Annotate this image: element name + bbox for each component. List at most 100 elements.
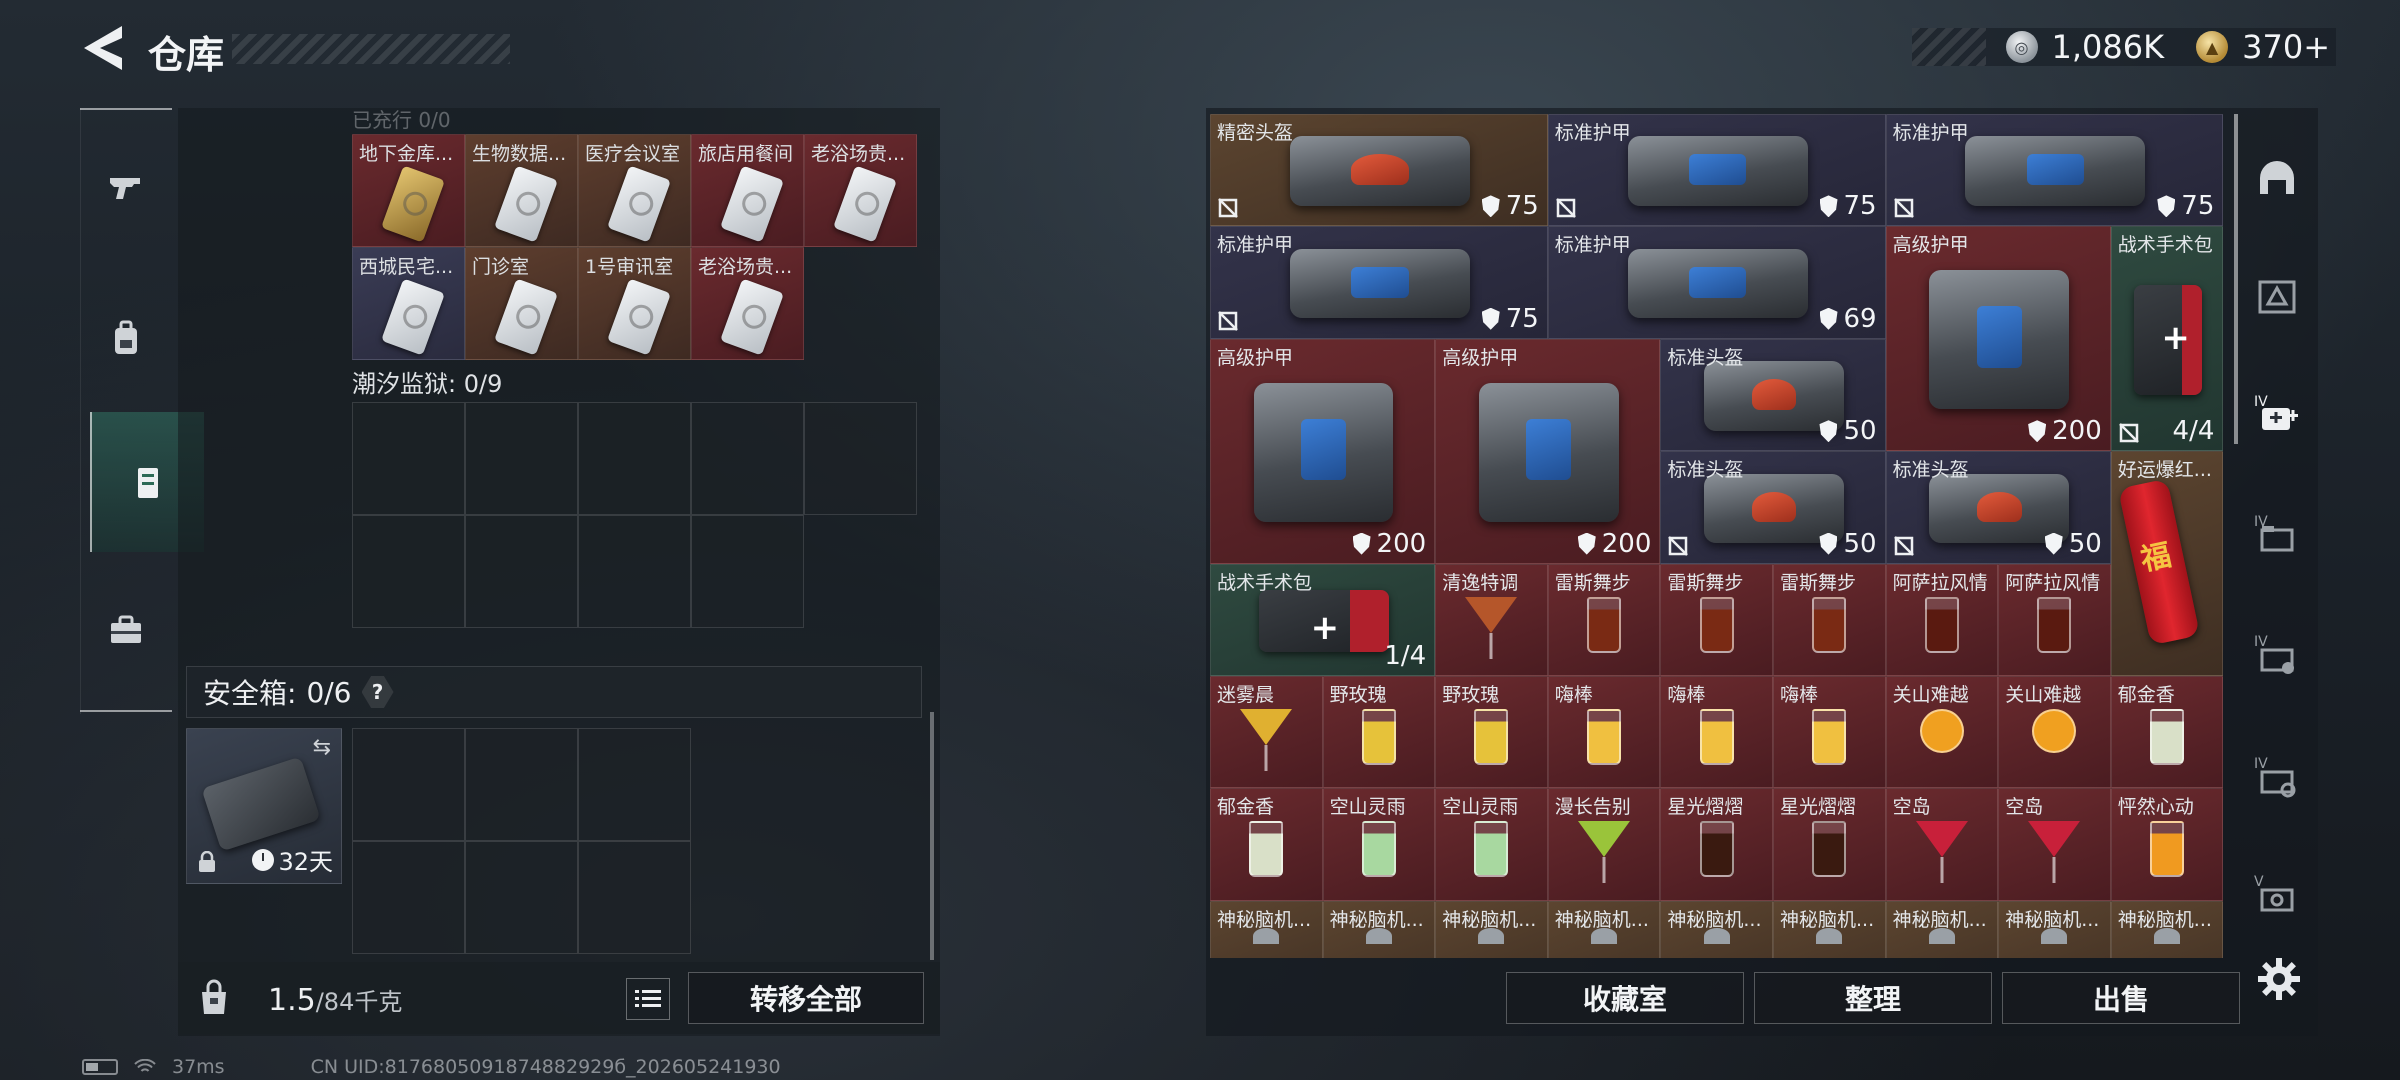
inventory-item[interactable]: 空岛 [1885, 788, 1999, 901]
keycard-slot[interactable]: 生物数据... [465, 134, 578, 247]
keycard-slot[interactable]: 门诊室 [465, 247, 578, 360]
inventory-item[interactable]: 关山难越 [1998, 676, 2111, 789]
empty-slot[interactable] [352, 841, 465, 954]
collection-room-button[interactable]: 收藏室 [1506, 972, 1744, 1024]
empty-slot[interactable] [691, 515, 804, 628]
inventory-item[interactable]: 高级护甲 200 [1885, 226, 2111, 452]
help-button[interactable]: ? [361, 676, 394, 708]
inventory-scrollbar[interactable] [2234, 114, 2238, 444]
helmet-tab[interactable] [2248, 150, 2306, 208]
inventory-item[interactable]: 星光熠熠 [1773, 788, 1886, 901]
empty-slot[interactable] [352, 728, 465, 841]
inventory-item[interactable]: 迷雾晨 [1210, 676, 1323, 789]
inventory-item[interactable]: 神秘脑机... [1322, 900, 1436, 958]
inventory-item[interactable]: 标准头盔 50 [1660, 338, 1886, 452]
armor-item-icon [1253, 382, 1394, 522]
inventory-item[interactable]: 神秘脑机... [1773, 900, 1886, 958]
inventory-item[interactable]: 战术手术包 1/4 [1210, 563, 1436, 676]
empty-slot[interactable] [465, 402, 578, 515]
empty-slot[interactable] [465, 841, 578, 954]
inventory-item[interactable]: 阿萨拉风情 [1885, 563, 1999, 676]
inventory-item[interactable]: 神秘脑机... [1998, 900, 2111, 958]
inventory-item[interactable]: 怦然心动 [2110, 788, 2224, 901]
inventory-item[interactable]: 标准护甲 69 [1547, 226, 1886, 339]
inventory-item[interactable]: 精密头盔 75 [1210, 114, 1548, 227]
inventory-item[interactable]: 神秘脑机... [1660, 900, 1773, 958]
item-label: 神秘脑机... [1329, 908, 1424, 931]
inventory-item[interactable]: 标准头盔 50 [1660, 451, 1886, 564]
nav-weapon-button[interactable] [90, 152, 162, 224]
keycard-slot[interactable]: 旅店用餐间 [691, 134, 804, 247]
inventory-item[interactable]: 神秘脑机... [1885, 900, 1999, 958]
inventory-item[interactable]: 星光熠熠 [1660, 788, 1773, 901]
inventory-item[interactable]: 野玫瑰 [1435, 676, 1548, 789]
inventory-item[interactable]: 空山灵雨 [1435, 788, 1548, 901]
keycard-slot[interactable]: 1号审讯室 [578, 247, 691, 360]
inventory-item[interactable]: 空岛 [1998, 788, 2111, 901]
inventory-item[interactable]: 野玫瑰 [1322, 676, 1436, 789]
v-camera-tab[interactable]: V [2248, 866, 2306, 924]
keycard-slot[interactable]: 地下金库... [352, 134, 465, 247]
iv-card-tab[interactable]: IV [2248, 626, 2306, 684]
empty-slot[interactable] [352, 402, 465, 515]
sort-button[interactable]: 整理 [1754, 972, 1992, 1024]
nav-equipment-button[interactable] [90, 302, 162, 374]
iv-medkit-tab[interactable]: IV [2248, 386, 2306, 444]
inventory-item[interactable]: 雷斯舞步 [1773, 563, 1886, 676]
empty-slot[interactable] [578, 402, 691, 515]
inventory-item[interactable]: 郁金香 [2110, 676, 2224, 789]
empty-slot[interactable] [578, 841, 691, 954]
drink-item-icon [1587, 596, 1622, 653]
inventory-item[interactable]: 神秘脑机... [1210, 900, 1323, 958]
inventory-item[interactable]: 嗨棒 [1547, 676, 1661, 789]
inventory-item[interactable]: 标准护甲 75 [1885, 114, 2224, 227]
empty-slot[interactable] [578, 728, 691, 841]
keycard-slot[interactable]: 老浴场贵... [691, 247, 804, 360]
settings-gear-icon[interactable] [2256, 956, 2302, 1002]
inventory-item[interactable]: 高级护甲 200 [1435, 338, 1661, 564]
inventory-item[interactable]: 标准头盔 50 [1885, 451, 2111, 564]
iv-folder-tab[interactable]: IV [2248, 506, 2306, 564]
inventory-item[interactable]: 雷斯舞步 [1660, 563, 1773, 676]
inventory-item[interactable]: 神秘脑机... [1435, 900, 1548, 958]
empty-slot[interactable] [465, 515, 578, 628]
keycard-slot[interactable]: 老浴场贵... [804, 134, 917, 247]
empty-slot[interactable] [578, 515, 691, 628]
inventory-item[interactable]: 好运爆红... [2110, 451, 2224, 676]
durability-badge: 50 [2044, 529, 2102, 559]
gold-currency-value[interactable]: 370+ [2242, 28, 2330, 66]
list-view-button[interactable] [626, 978, 670, 1020]
inventory-item[interactable]: 空山灵雨 [1322, 788, 1436, 901]
safe-case-slot[interactable]: ⇆ 32天 [186, 728, 342, 884]
empty-slot[interactable] [352, 515, 465, 628]
inventory-item[interactable]: 雷斯舞步 [1547, 563, 1661, 676]
swap-icon[interactable]: ⇆ [313, 735, 331, 760]
storage-scrollbar[interactable] [930, 712, 934, 960]
inventory-item[interactable]: 漫长告别 [1547, 788, 1661, 901]
iv-gear-tab[interactable]: IV [2248, 748, 2306, 806]
inventory-item[interactable]: 神秘脑机... [1547, 900, 1661, 958]
inventory-item[interactable]: 阿萨拉风情 [1998, 563, 2111, 676]
inventory-item[interactable]: 清逸特调 [1435, 563, 1548, 676]
inventory-item[interactable]: 神秘脑机... [2110, 900, 2224, 958]
inventory-item[interactable]: 标准护甲 75 [1547, 114, 1886, 227]
inventory-item[interactable]: 嗨棒 [1773, 676, 1886, 789]
inventory-item[interactable]: 嗨棒 [1660, 676, 1773, 789]
inventory-item[interactable]: 战术手术包 4/4 [2110, 226, 2224, 452]
durability-badge: 75 [1481, 304, 1539, 334]
empty-slot[interactable] [465, 728, 578, 841]
page-title: 仓库 [148, 33, 225, 77]
keycard-slot[interactable]: 医疗会议室 [578, 134, 691, 247]
nav-toolbox-button[interactable] [90, 594, 162, 666]
inventory-item[interactable]: 郁金香 [1210, 788, 1323, 901]
keycard-slot[interactable]: 西城民宅... [352, 247, 465, 360]
transfer-all-button[interactable]: 转移全部 [688, 972, 924, 1024]
sell-button[interactable]: 出售 [2002, 972, 2240, 1024]
inventory-item[interactable]: 关山难越 [1885, 676, 1999, 789]
empty-slot[interactable] [804, 402, 917, 515]
armor-tab[interactable] [2248, 268, 2306, 326]
inventory-item[interactable]: 高级护甲 200 [1210, 338, 1436, 564]
empty-slot[interactable] [691, 402, 804, 515]
back-button[interactable] [78, 22, 126, 74]
inventory-item[interactable]: 标准护甲 75 [1210, 226, 1548, 339]
